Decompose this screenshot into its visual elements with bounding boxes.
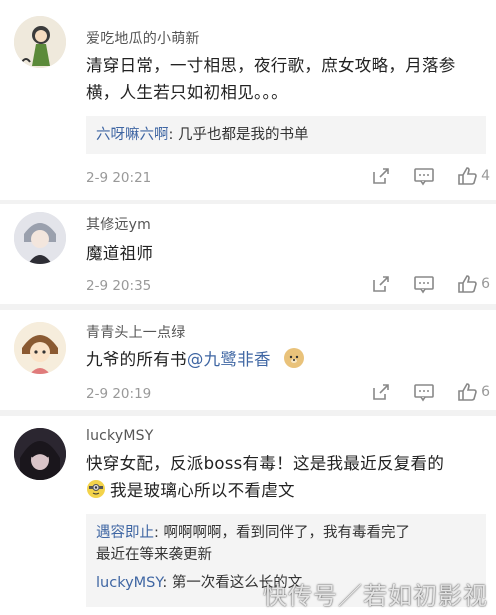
comment-icon: [414, 384, 434, 402]
comment-text: 清穿日常，一寸相思，夜行歌，庶女攻略，月落参 横，人生若只如初相见。。。: [86, 52, 478, 106]
timestamp: 2-9 20:21: [86, 170, 152, 186]
comment-item: 其修远ym 魔道祖师 2-9 20:35 6: [0, 204, 496, 304]
like-icon: [458, 383, 477, 401]
timestamp: 2-9 20:19: [86, 386, 152, 402]
like-button[interactable]: 6: [457, 274, 490, 294]
avatar[interactable]: [14, 322, 66, 374]
comment-item: 爱吃地瓜的小萌新 清穿日常，一寸相思，夜行歌，庶女攻略，月落参 横，人生若只如初…: [0, 0, 496, 200]
minion-emoji-icon: [86, 479, 106, 499]
like-icon: [458, 167, 477, 185]
comment-text: 魔道祖师: [86, 244, 154, 263]
comment-icon: [414, 276, 434, 294]
comment-button[interactable]: [413, 274, 435, 294]
comment-text-line: 快穿女配，反派boss有毒！这是我最近反复看的: [86, 454, 445, 473]
share-button[interactable]: [371, 274, 391, 294]
like-count: 4: [481, 168, 490, 184]
username[interactable]: luckyMSY: [86, 428, 153, 444]
share-icon: [373, 384, 389, 400]
comment-actions: 6: [349, 382, 490, 402]
reply-text: 几乎也都是我的书单: [178, 127, 309, 143]
reply-text: 啊啊啊啊，看到同伴了，我有毒看完了: [163, 525, 411, 541]
username[interactable]: 爱吃地瓜的小萌新: [86, 28, 200, 48]
watermark: 快传号／若如初影视: [263, 582, 488, 610]
comment-item: 青青头上一点绿 九爷的所有书@九鹭非香 2-9 20:19 6: [0, 310, 496, 410]
like-count: 6: [481, 276, 490, 292]
mention-link[interactable]: @九鹭非香: [187, 350, 271, 369]
reply-colon: :: [162, 575, 172, 591]
avatar[interactable]: [14, 428, 66, 480]
comment-text-line: 我是玻璃心所以不看虐文: [86, 477, 478, 504]
reply-item[interactable]: 遇容即止: 啊啊啊啊，看到同伴了，我有毒看完了: [96, 522, 476, 544]
share-icon: [373, 168, 389, 184]
like-icon: [458, 275, 477, 293]
comment-icon: [414, 168, 434, 186]
comment-text: 快穿女配，反派boss有毒！这是我最近反复看的 我是玻璃心所以不看虐文: [86, 450, 478, 504]
comment-button[interactable]: [413, 166, 435, 186]
reply-username[interactable]: luckyMSY: [96, 575, 162, 591]
share-button[interactable]: [371, 166, 391, 186]
comment-actions: 6: [349, 274, 490, 294]
reply-username[interactable]: 遇容即止: [96, 525, 154, 541]
reply-box[interactable]: 六呀嘛六啊: 几乎也都是我的书单: [86, 116, 486, 154]
share-button[interactable]: [371, 382, 391, 402]
comment-text-line: 横，人生若只如初相见。。。: [86, 83, 288, 102]
username[interactable]: 其修远ym: [86, 214, 151, 234]
comment-text-line: 清穿日常，一寸相思，夜行歌，庶女攻略，月落参: [86, 56, 456, 75]
comment-actions: 4: [349, 166, 490, 186]
comment-text: 九爷的所有书@九鹭非香: [86, 346, 478, 373]
doge-emoji-icon: [284, 348, 305, 368]
comment-button[interactable]: [413, 382, 435, 402]
avatar[interactable]: [14, 212, 66, 264]
like-button[interactable]: 6: [457, 382, 490, 402]
reply-username[interactable]: 六呀嘛六啊: [96, 127, 169, 143]
username[interactable]: 青青头上一点绿: [86, 322, 185, 342]
like-button[interactable]: 4: [457, 166, 490, 186]
reply-colon: :: [168, 127, 178, 143]
reply-colon: :: [154, 525, 164, 541]
share-icon: [373, 276, 389, 292]
comment-text-prefix: 九爷的所有书: [86, 350, 187, 369]
like-count: 6: [481, 384, 490, 400]
reply-text-continued: 最近在等来袭更新: [96, 547, 212, 563]
timestamp: 2-9 20:35: [86, 278, 152, 294]
avatar[interactable]: [14, 16, 66, 68]
comment-text-line-rest: 我是玻璃心所以不看虐文: [110, 481, 295, 500]
